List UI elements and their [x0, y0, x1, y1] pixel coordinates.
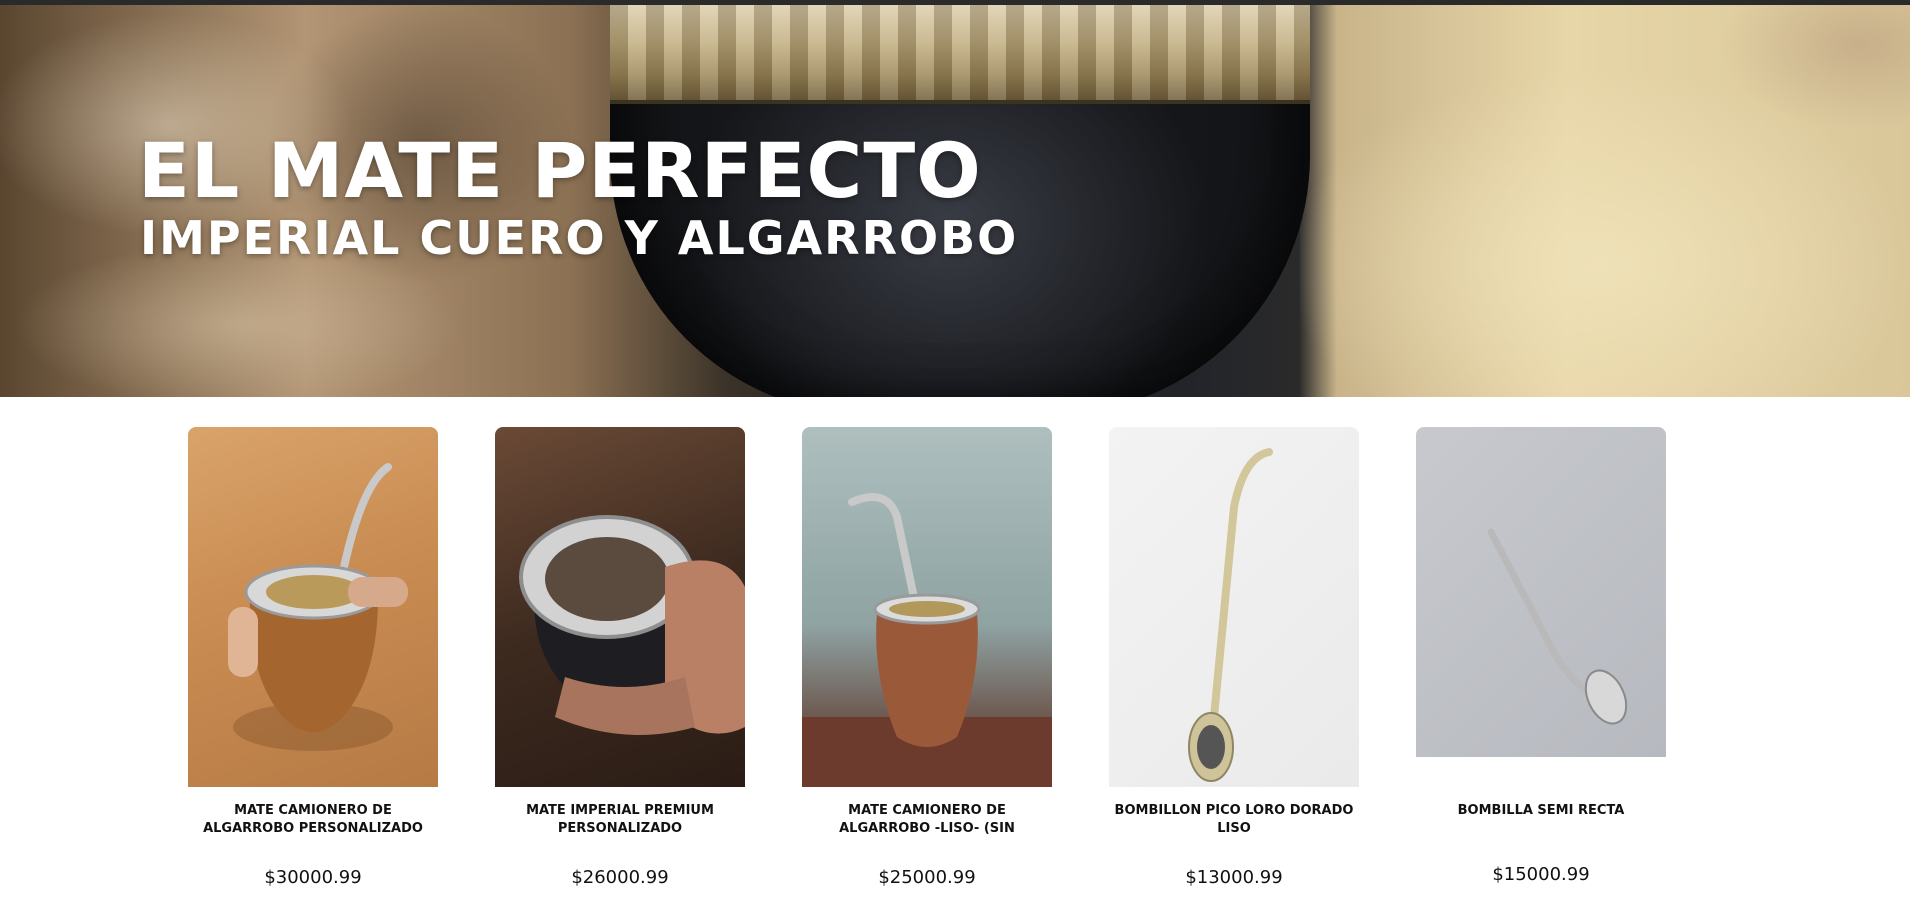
product-name[interactable]: MATE CAMIONERO DE ALGARROBO -LISO- (sin — [802, 802, 1052, 838]
product-name[interactable]: BOMBILLA SEMI RECTA — [1416, 802, 1666, 820]
bombillon-image — [1188, 448, 1273, 782]
bombilla-image — [1487, 528, 1628, 725]
product-name[interactable]: BOMBILLON PICO LORO DORADO LISO — [1109, 802, 1359, 838]
product-image[interactable] — [1416, 427, 1666, 757]
product-card[interactable]: MATE CAMIONERO DE ALGARROBO PERSONALIZAD… — [188, 427, 438, 907]
hero-subtitle: IMPERIAL CUERO Y ALGARROBO — [140, 211, 1019, 265]
product-price: $26000.99 — [571, 867, 669, 888]
product-price: $25000.99 — [878, 867, 976, 888]
product-image[interactable] — [1109, 427, 1359, 787]
product-card[interactable]: BOMBILLA SEMI RECTA $15000.99 — [1416, 427, 1666, 907]
product-card[interactable]: MATE IMPERIAL PREMIUM PERSONALIZADO $260… — [495, 427, 745, 907]
product-price: $13000.99 — [1185, 867, 1283, 888]
product-name[interactable]: MATE IMPERIAL PREMIUM PERSONALIZADO — [495, 802, 745, 838]
hero-mate-silver-band — [610, 5, 1310, 104]
product-card[interactable]: MATE CAMIONERO DE ALGARROBO -LISO- (sin … — [802, 427, 1052, 907]
product-image[interactable] — [188, 427, 438, 787]
mate-imperial-image — [519, 515, 745, 735]
product-price: $30000.99 — [264, 867, 362, 888]
product-price: $15000.99 — [1492, 864, 1590, 885]
product-image[interactable] — [495, 427, 745, 787]
hero-background-right — [1300, 5, 1910, 397]
hero-title: EL MATE PERFECTO — [138, 126, 982, 215]
product-grid: MATE CAMIONERO DE ALGARROBO PERSONALIZAD… — [0, 397, 1910, 911]
hero-banner: EL MATE PERFECTO IMPERIAL CUERO Y ALGARR… — [0, 5, 1910, 397]
product-name[interactable]: MATE CAMIONERO DE ALGARROBO PERSONALIZAD… — [188, 802, 438, 838]
mate-gourd-image — [228, 463, 408, 751]
mate-liso-image — [802, 493, 1052, 787]
product-card[interactable]: BOMBILLON PICO LORO DORADO LISO $13000.9… — [1109, 427, 1359, 907]
product-image[interactable] — [802, 427, 1052, 787]
